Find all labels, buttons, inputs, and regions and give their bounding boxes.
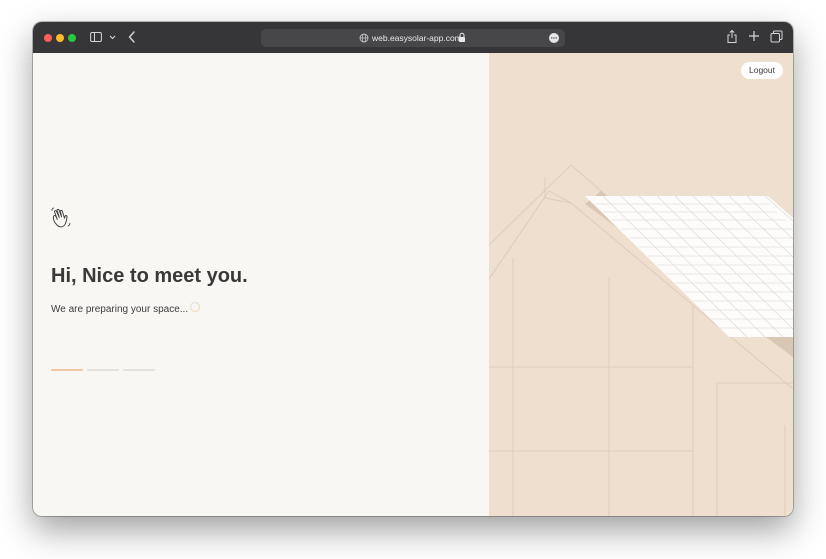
progress-step (51, 369, 83, 371)
browser-toolbar: web.easysolar-app.com (33, 22, 793, 53)
page-title: Hi, Nice to meet you. (51, 265, 248, 287)
minimize-window-button[interactable] (56, 34, 64, 42)
page-content: Hi, Nice to meet you. We are preparing y… (33, 53, 793, 516)
illustration-panel: Logout (489, 53, 793, 516)
progress-step (123, 369, 155, 371)
address-bar[interactable]: web.easysolar-app.com (261, 29, 565, 47)
progress-step (87, 369, 119, 371)
url-text: web.easysolar-app.com (372, 33, 462, 43)
sidebar-icon[interactable] (90, 31, 102, 43)
close-window-button[interactable] (44, 34, 52, 42)
zoom-window-button[interactable] (68, 34, 76, 42)
lock-icon (459, 32, 465, 42)
status-text: We are preparing your space... (51, 304, 189, 315)
globe-icon (359, 33, 369, 43)
spinner-icon (189, 301, 201, 313)
new-tab-icon[interactable] (748, 30, 760, 42)
more-icon[interactable] (549, 33, 559, 43)
house-solar-illustration (489, 164, 793, 516)
welcome-panel: Hi, Nice to meet you. We are preparing y… (33, 53, 489, 516)
tabs-overview-icon[interactable] (770, 30, 783, 43)
chevron-down-icon[interactable] (108, 31, 117, 43)
share-icon[interactable] (726, 29, 738, 44)
back-icon[interactable] (127, 30, 137, 44)
waving-hand-icon (51, 207, 71, 228)
browser-window: web.easysolar-app.com Hi, Nice to meet y… (33, 22, 793, 516)
